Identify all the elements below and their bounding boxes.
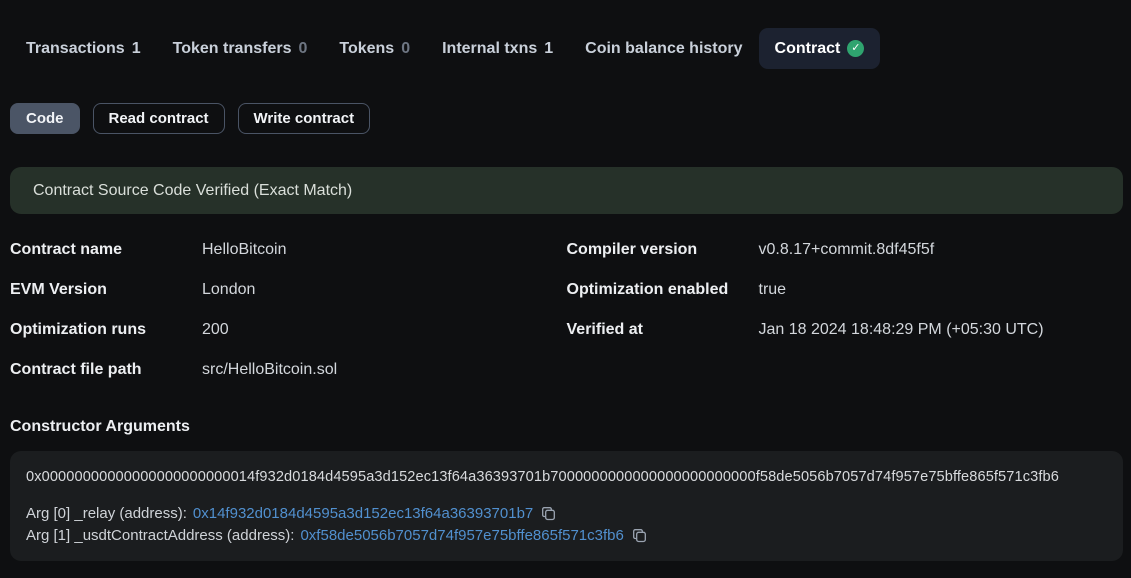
tab-label: Token transfers	[173, 40, 292, 58]
tab-label: Transactions	[26, 40, 125, 58]
detail-label: Contract file path	[10, 361, 202, 379]
tab-label: Internal txns	[442, 40, 537, 58]
detail-value: true	[759, 281, 787, 299]
tab-contract[interactable]: Contract ✓	[759, 28, 881, 69]
write-contract-button[interactable]: Write contract	[238, 103, 371, 134]
contract-subnav: Code Read contract Write contract	[10, 103, 1123, 134]
tab-count: 0	[298, 40, 307, 58]
detail-label: Contract name	[10, 241, 202, 259]
tab-internal-txns[interactable]: Internal txns 1	[426, 28, 569, 69]
detail-label: EVM Version	[10, 281, 202, 299]
detail-value: HelloBitcoin	[202, 241, 286, 259]
contract-details: Contract name HelloBitcoin EVM Version L…	[10, 241, 1123, 401]
verified-banner-text: Contract Source Code Verified (Exact Mat…	[33, 182, 352, 200]
code-button[interactable]: Code	[10, 103, 80, 134]
verified-check-icon: ✓	[847, 40, 864, 57]
detail-label: Compiler version	[567, 241, 759, 259]
detail-value: v0.8.17+commit.8df45f5f	[759, 241, 935, 259]
arg-label: Arg [0] _relay (address):	[26, 503, 187, 525]
tab-tokens[interactable]: Tokens 0	[323, 28, 426, 69]
detail-evm-version: EVM Version London	[10, 281, 567, 321]
detail-contract-name: Contract name HelloBitcoin	[10, 241, 567, 281]
tab-label: Contract	[775, 40, 841, 58]
contract-page-tabbar: Transactions 1 Token transfers 0 Tokens …	[10, 28, 1123, 69]
copy-icon[interactable]	[630, 528, 647, 543]
arg-address-link[interactable]: 0xf58de5056b7057d74f957e75bffe865f571c3f…	[300, 525, 623, 547]
tab-label: Tokens	[339, 40, 394, 58]
arg-label: Arg [1] _usdtContractAddress (address):	[26, 525, 294, 547]
constructor-arguments-block: 0x00000000000000000000000014f932d0184d45…	[10, 451, 1123, 561]
details-right-column: Compiler version v0.8.17+commit.8df45f5f…	[567, 241, 1124, 401]
detail-optimization-enabled: Optimization enabled true	[567, 281, 1124, 321]
detail-contract-file-path: Contract file path src/HelloBitcoin.sol	[10, 361, 567, 401]
detail-value: src/HelloBitcoin.sol	[202, 361, 337, 379]
detail-optimization-runs: Optimization runs 200	[10, 321, 567, 361]
constructor-raw-hex: 0x00000000000000000000000014f932d0184d45…	[26, 469, 1107, 485]
detail-compiler-version: Compiler version v0.8.17+commit.8df45f5f	[567, 241, 1124, 281]
read-contract-button[interactable]: Read contract	[93, 103, 225, 134]
tab-token-transfers[interactable]: Token transfers 0	[157, 28, 324, 69]
detail-verified-at: Verified at Jan 18 2024 18:48:29 PM (+05…	[567, 321, 1124, 361]
details-left-column: Contract name HelloBitcoin EVM Version L…	[10, 241, 567, 401]
constructor-arg-row: Arg [0] _relay (address): 0x14f932d0184d…	[26, 503, 1107, 525]
constructor-arg-list: Arg [0] _relay (address): 0x14f932d0184d…	[26, 503, 1107, 546]
detail-label: Optimization enabled	[567, 281, 759, 299]
detail-label: Verified at	[567, 321, 759, 339]
detail-value: London	[202, 281, 255, 299]
tab-transactions[interactable]: Transactions 1	[10, 28, 157, 69]
tab-count: 1	[544, 40, 553, 58]
tab-count: 0	[401, 40, 410, 58]
arg-address-link[interactable]: 0x14f932d0184d4595a3d152ec13f64a36393701…	[193, 503, 533, 525]
tab-coin-balance-history[interactable]: Coin balance history	[569, 28, 758, 69]
tab-count: 1	[132, 40, 141, 58]
tab-label: Coin balance history	[585, 40, 742, 58]
detail-value: 200	[202, 321, 229, 339]
detail-value: Jan 18 2024 18:48:29 PM (+05:30 UTC)	[759, 321, 1044, 339]
constructor-arguments-title: Constructor Arguments	[10, 418, 1123, 436]
constructor-arg-row: Arg [1] _usdtContractAddress (address): …	[26, 525, 1107, 547]
detail-label: Optimization runs	[10, 321, 202, 339]
verified-banner: Contract Source Code Verified (Exact Mat…	[10, 167, 1123, 214]
copy-icon[interactable]	[539, 506, 556, 521]
